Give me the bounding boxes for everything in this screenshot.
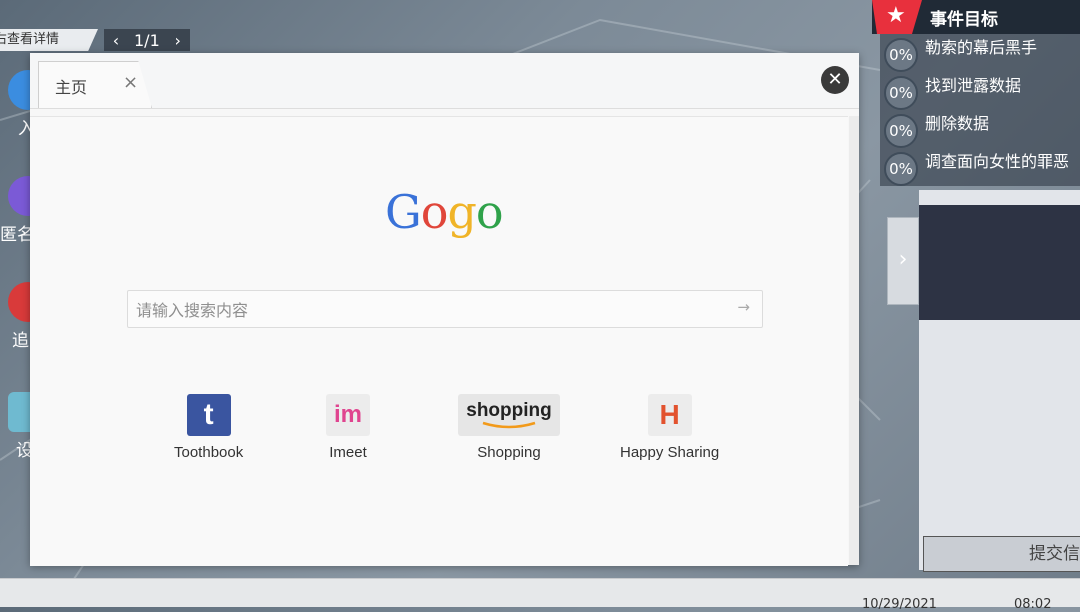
prev-page-button[interactable]: ‹ <box>104 31 128 50</box>
pager: ‹ 1/1 › <box>104 29 190 51</box>
objectives-list: 0% 勒索的幕后黑手 0% 找到泄露数据 0% 删除数据 0% 调查面向女性的罪… <box>880 34 1080 186</box>
objectives-badge: ★ <box>872 0 922 34</box>
tab-close-icon[interactable]: × <box>123 72 138 93</box>
desktop-icon-label: 追 <box>12 331 29 351</box>
objective-text: 找到泄露数据 <box>925 76 1022 95</box>
close-window-button[interactable]: ✕ <box>821 66 849 94</box>
search-box: → <box>127 290 763 329</box>
tab-bar: 主页 × ✕ <box>30 53 859 109</box>
logo-letter: o <box>475 185 504 239</box>
happy-sharing-icon: H <box>647 394 692 436</box>
scrollbar[interactable] <box>849 116 859 565</box>
taskbar-date: 10/29/2021 <box>862 597 937 612</box>
side-panel: 提交信 <box>919 190 1080 572</box>
desktop-icon-label: 匿名 <box>0 225 34 245</box>
next-page-button[interactable]: › <box>166 31 190 50</box>
tab-title: 主页 <box>55 78 88 97</box>
search-engine-logo: Gogo <box>385 185 504 239</box>
imeet-icon: im <box>326 394 370 436</box>
page-content: Gogo → t Toothbook im Imeet shopping Sho… <box>30 116 848 566</box>
objective-item: 0% 找到泄露数据 <box>880 72 1080 110</box>
objective-item: 0% 调查面向女性的罪恶 <box>880 148 1080 186</box>
shortcut-label: Toothbook <box>174 444 244 461</box>
page-bar: 右查看详情 ‹ 1/1 › <box>0 29 190 51</box>
objectives-title: 事件目标 <box>930 10 998 30</box>
taskbar: 10/29/2021 08:02 <box>0 578 1080 612</box>
page-number: 1/1 <box>134 30 160 50</box>
search-submit-icon[interactable]: → <box>737 298 750 316</box>
logo-letter: g <box>447 185 476 239</box>
shortcut-shopping[interactable]: shopping Shopping <box>458 394 560 461</box>
side-panel-toggle[interactable]: › <box>887 217 919 305</box>
shortcut-label: Happy Sharing <box>620 444 720 461</box>
objective-progress: 0% <box>884 38 918 72</box>
shortcut-label: Imeet <box>329 444 367 461</box>
shortcut-label: Shopping <box>477 444 541 461</box>
browser-window: 主页 × ✕ Gogo → t Toothbook im Imeet shopp… <box>30 53 859 566</box>
submit-button[interactable]: 提交信 <box>923 536 1080 572</box>
shopping-icon: shopping <box>458 394 560 436</box>
shortcut-imeet[interactable]: im Imeet <box>326 394 370 461</box>
toothbook-icon: t <box>186 394 231 436</box>
objective-progress: 0% <box>884 152 918 186</box>
objective-item: 0% 删除数据 <box>880 110 1080 148</box>
objective-progress: 0% <box>884 114 918 148</box>
page-hint: 右查看详情 <box>0 29 98 51</box>
shortcut-happy-sharing[interactable]: H Happy Sharing <box>620 394 719 461</box>
objectives-header: ★ 事件目标 <box>872 0 1080 34</box>
objective-text: 调查面向女性的罪恶 <box>925 152 1070 171</box>
objective-item: 0% 勒索的幕后黑手 <box>880 34 1080 72</box>
objective-text: 删除数据 <box>925 114 990 133</box>
side-panel-header <box>919 205 1080 320</box>
search-input[interactable] <box>134 291 728 329</box>
shortcut-toothbook[interactable]: t Toothbook <box>174 394 243 461</box>
star-icon: ★ <box>886 3 906 28</box>
logo-letter: o <box>420 185 449 239</box>
tab-home[interactable]: 主页 × <box>38 61 152 108</box>
logo-letter: G <box>385 185 422 239</box>
objective-text: 勒索的幕后黑手 <box>925 38 1038 57</box>
taskbar-time: 08:02 <box>1014 597 1052 612</box>
objective-progress: 0% <box>884 76 918 110</box>
